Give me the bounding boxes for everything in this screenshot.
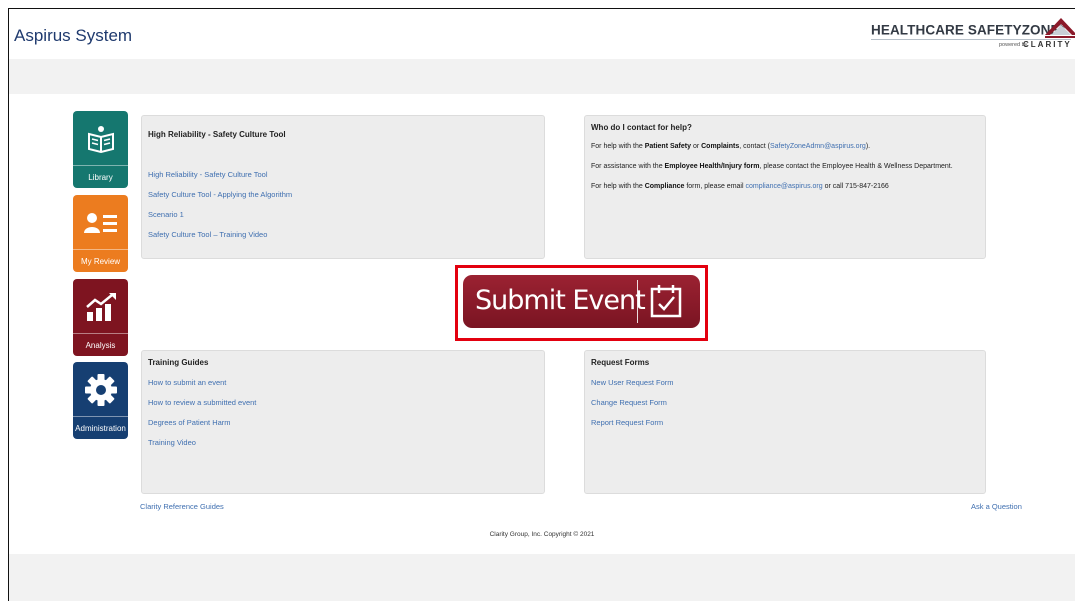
safetyzone-email-link[interactable]: SafetyZoneAdmn@aspirus.org — [770, 143, 866, 150]
library-tile[interactable]: Library — [73, 111, 128, 188]
hr-link-3[interactable]: Scenario 1 — [148, 210, 184, 219]
app-title: Aspirus System — [14, 26, 133, 45]
bottom-band — [9, 554, 1075, 601]
brand-clarity: CLARITY — [1023, 40, 1072, 49]
panel-title: Request Forms — [591, 358, 650, 367]
tg-link-3[interactable]: Degrees of Patient Harm — [148, 418, 231, 427]
tg-link-1[interactable]: How to submit an event — [148, 378, 226, 387]
training-guides-panel: Training Guides How to submit an event H… — [141, 350, 545, 494]
help-line-2: For assistance with the Employee Health/… — [591, 163, 953, 170]
panel-title: Who do I contact for help? — [591, 123, 692, 132]
submit-event-button[interactable]: Submit Event — [463, 275, 700, 328]
request-forms-panel: Request Forms New User Request Form Chan… — [584, 350, 986, 494]
administration-label: Administration — [73, 416, 128, 439]
gear-icon — [84, 373, 117, 406]
top-band — [9, 59, 1075, 94]
app-frame: Aspirus System HEALTHCARE SAFETYZONE® po… — [8, 8, 1075, 601]
hr-link-1[interactable]: High Reliability - Safety Culture Tool — [148, 170, 268, 179]
submit-event-label: Submit Event — [475, 285, 646, 316]
header: Aspirus System HEALTHCARE SAFETYZONE® po… — [9, 9, 1075, 59]
my-review-tile[interactable]: My Review — [73, 195, 128, 272]
tg-link-2[interactable]: How to review a submitted event — [148, 398, 256, 407]
help-line-3: For help with the Compliance form, pleas… — [591, 183, 889, 190]
my-review-label: My Review — [73, 249, 128, 272]
rf-link-1[interactable]: New User Request Form — [591, 378, 674, 387]
help-line-1: For help with the Patient Safety or Comp… — [591, 143, 871, 150]
trend-chart-icon — [85, 292, 116, 321]
hr-tool-panel: High Reliability - Safety Culture Tool H… — [141, 115, 545, 259]
panel-title: Training Guides — [148, 358, 209, 367]
rf-link-3[interactable]: Report Request Form — [591, 418, 663, 427]
administration-tile[interactable]: Administration — [73, 362, 128, 439]
calendar-check-icon — [650, 285, 682, 318]
brand-name: HEALTHCARE SAFETYZONE® — [871, 22, 1066, 38]
rf-link-2[interactable]: Change Request Form — [591, 398, 667, 407]
hr-link-2[interactable]: Safety Culture Tool - Applying the Algor… — [148, 190, 292, 199]
clarity-reference-guides-link[interactable]: Clarity Reference Guides — [140, 502, 224, 511]
compliance-email-link[interactable]: compliance@aspirus.org — [745, 183, 822, 190]
panel-title: High Reliability - Safety Culture Tool — [148, 130, 286, 139]
copyright-text: Clarity Group, Inc. Copyright © 2021 — [489, 531, 595, 538]
analysis-tile[interactable]: Analysis — [73, 279, 128, 356]
roof-logo-icon — [1045, 18, 1075, 38]
book-reader-icon — [87, 125, 114, 153]
help-panel: Who do I contact for help? For help with… — [584, 115, 986, 259]
hr-link-4[interactable]: Safety Culture Tool – Training Video — [148, 230, 267, 239]
user-list-icon — [83, 212, 117, 233]
brand-logo: HEALTHCARE SAFETYZONE® powered by CLARIT… — [871, 13, 1075, 53]
ask-a-question-link[interactable]: Ask a Question — [971, 502, 1022, 511]
tg-link-4[interactable]: Training Video — [148, 438, 196, 447]
library-label: Library — [73, 165, 128, 188]
analysis-label: Analysis — [73, 333, 128, 356]
